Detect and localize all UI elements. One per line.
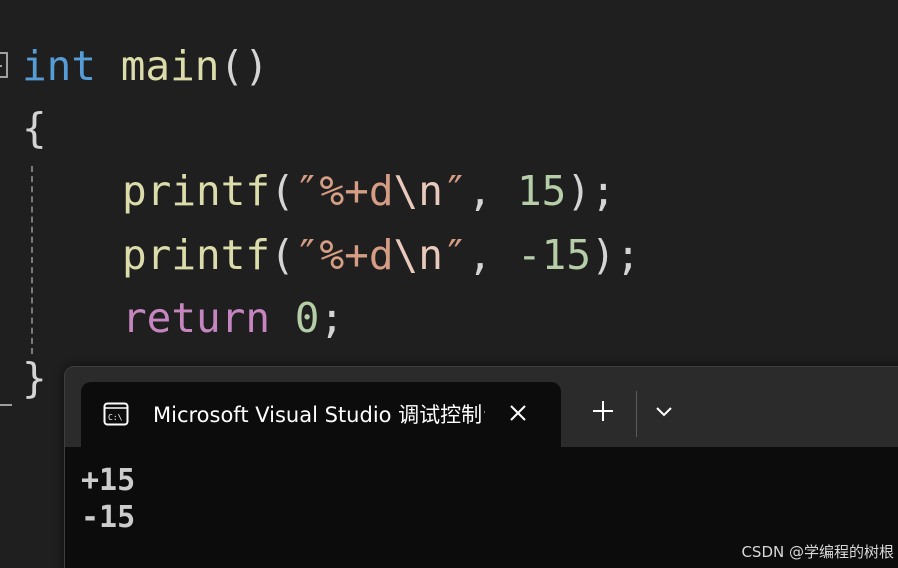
string-quote-close: ″: [442, 167, 468, 215]
close-paren-semicolon: );: [591, 231, 641, 279]
console-output-line: -15: [81, 500, 136, 535]
tab-separator: [636, 391, 637, 437]
svg-text:C:\: C:\: [108, 413, 123, 422]
terminal-window[interactable]: C:\ Microsoft Visual Studio 调试控制台 +15 -1…: [64, 366, 898, 568]
string-quote-open: ″: [294, 167, 320, 215]
keyword-return: return: [122, 294, 271, 342]
code-line-printf-negative[interactable]: printf(″%+d\n″, -15);: [122, 231, 640, 279]
parentheses: (): [219, 42, 269, 90]
terminal-tab-title: Microsoft Visual Studio 调试控制台: [153, 403, 485, 427]
string-quote-open: ″: [294, 231, 320, 279]
fold-end-marker: [0, 404, 12, 406]
escape-sequence: \n: [393, 231, 443, 279]
function-name-main: main: [120, 42, 220, 90]
comma: ,: [467, 231, 517, 279]
code-line-printf-positive[interactable]: printf(″%+d\n″, 15);: [122, 167, 616, 215]
close-icon[interactable]: [505, 400, 531, 426]
code-line-open-brace[interactable]: {: [22, 104, 47, 152]
number-literal: 15: [516, 167, 567, 215]
terminal-tab-bar: C:\ Microsoft Visual Studio 调试控制台: [65, 367, 898, 447]
indent-guide: [31, 166, 33, 354]
close-brace: }: [22, 354, 47, 402]
code-line-close-brace[interactable]: }: [22, 354, 47, 402]
console-icon: C:\: [103, 402, 129, 426]
open-brace: {: [22, 104, 47, 152]
comma: ,: [467, 167, 517, 215]
number-literal: -15: [516, 231, 592, 279]
plus-icon[interactable]: [589, 397, 617, 425]
string-quote-close: ″: [442, 231, 468, 279]
escape-sequence: \n: [393, 167, 443, 215]
collapse-toggle-icon[interactable]: [0, 52, 8, 78]
open-paren: (: [270, 231, 295, 279]
format-specifier: %+d: [319, 231, 394, 279]
code-line-main-signature[interactable]: int main(): [22, 42, 269, 90]
terminal-tab[interactable]: C:\ Microsoft Visual Studio 调试控制台: [81, 382, 561, 447]
code-line-return[interactable]: return 0;: [122, 294, 344, 342]
semicolon: ;: [319, 294, 345, 342]
open-paren: (: [270, 167, 295, 215]
format-specifier: %+d: [319, 167, 394, 215]
function-name-printf: printf: [122, 231, 271, 279]
close-paren-semicolon: );: [566, 167, 616, 215]
keyword-int: int: [22, 42, 97, 90]
chevron-down-icon[interactable]: [653, 401, 675, 423]
number-literal: 0: [294, 294, 320, 342]
watermark: CSDN @学编程的树根: [741, 543, 894, 561]
console-output-line: +15: [81, 463, 136, 498]
function-name-printf: printf: [122, 167, 271, 215]
